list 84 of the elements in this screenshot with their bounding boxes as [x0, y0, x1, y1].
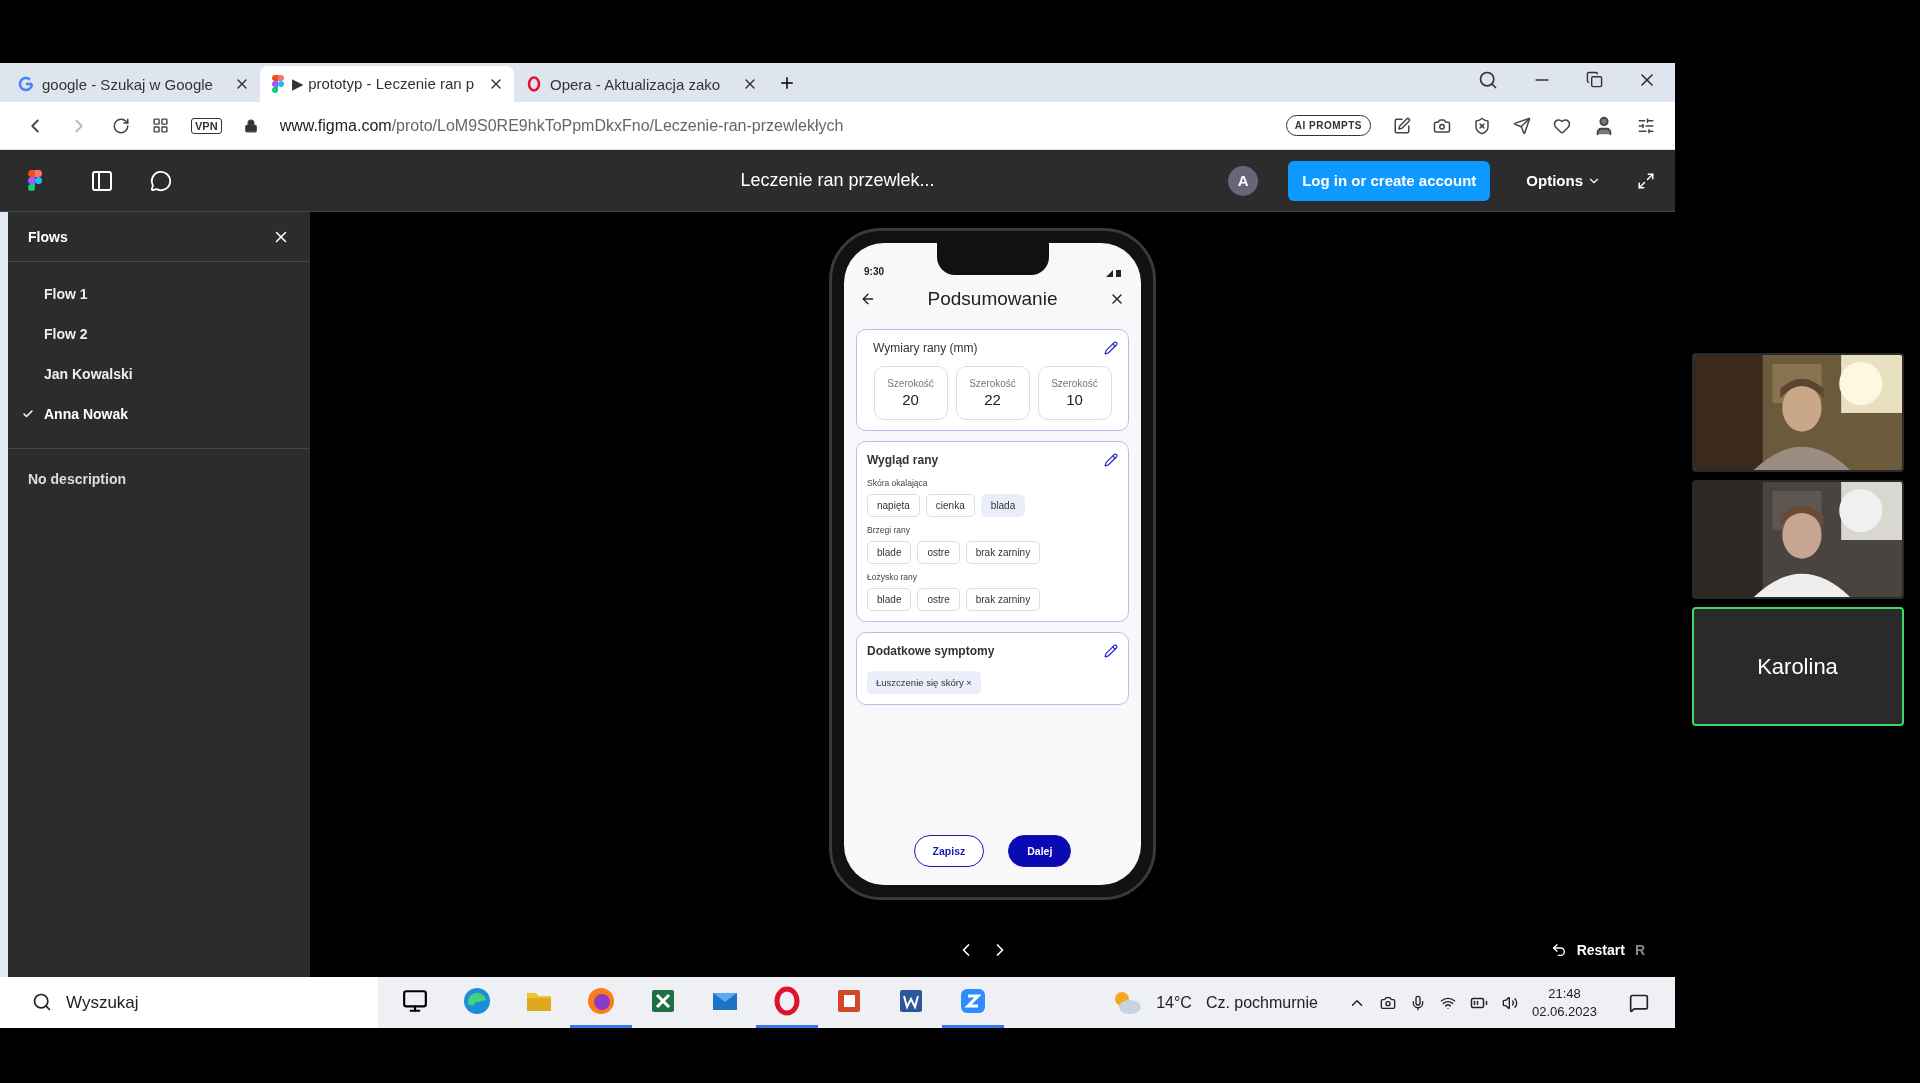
check-icon	[22, 408, 34, 420]
panel-icon[interactable]	[90, 168, 114, 193]
option-chip[interactable]: ostre	[917, 588, 960, 611]
card-title: Wygląd rany	[867, 453, 939, 467]
measure-value: 22	[984, 391, 1001, 408]
shield-icon[interactable]	[1473, 116, 1491, 135]
shortcut-key: R	[1634, 942, 1645, 958]
camera-icon[interactable]	[1379, 994, 1396, 1011]
taskbar-clock[interactable]: 21:48 02.06.2023	[1531, 984, 1597, 1021]
options-button[interactable]: Options	[1520, 171, 1607, 190]
next-button[interactable]: Dalej	[1008, 835, 1072, 867]
temperature-text: 14°C	[1156, 993, 1192, 1012]
save-button[interactable]: Zapisz	[913, 835, 985, 867]
heart-icon[interactable]	[1553, 116, 1571, 135]
task-view-icon	[402, 988, 428, 1014]
fullscreen-icon[interactable]	[1637, 171, 1655, 190]
ring-icon	[526, 76, 542, 92]
send-icon[interactable]	[1513, 116, 1531, 135]
flows-heading: Flows	[28, 228, 68, 245]
participant-tile[interactable]: Karolina	[1691, 607, 1904, 726]
volume-icon[interactable]	[1501, 994, 1518, 1011]
search-icon[interactable]	[1478, 69, 1498, 90]
taskbar-search-field[interactable]: Wyszukaj	[0, 977, 378, 1028]
measure-label: Szerokość	[1051, 378, 1098, 389]
vpn-badge[interactable]: VPN	[191, 117, 222, 134]
measure-label: Szerokość	[969, 378, 1016, 389]
notifications-icon[interactable]	[1629, 992, 1649, 1013]
edit-icon[interactable]	[1104, 453, 1118, 467]
browser-tab[interactable]: google - Szukaj w Google	[6, 66, 260, 102]
search-icon	[32, 992, 52, 1012]
option-chip[interactable]: brak zarniny	[965, 541, 1041, 564]
file-title: Leczenie ran przewlek...	[740, 170, 935, 190]
logo-icon	[28, 170, 42, 191]
browser-tab[interactable]: Opera - Aktualizacja zako	[514, 66, 768, 102]
group-label: Skóra okalająca	[867, 478, 929, 488]
logo-icon	[272, 75, 284, 93]
edit-icon[interactable]	[1104, 644, 1118, 658]
settings-icon[interactable]	[1637, 116, 1655, 135]
status-time: 9:30	[864, 266, 884, 277]
screen-title: Podsumowanie	[927, 288, 1058, 310]
restore-icon[interactable]	[1586, 71, 1603, 88]
google-icon	[18, 76, 34, 92]
option-chip[interactable]: cienka	[925, 494, 975, 517]
browser-tab[interactable]: ▶ prototyp - Leczenie ran p	[260, 66, 514, 102]
ai-prompts-button[interactable]: AI PROMPTS	[1285, 115, 1371, 136]
browser-icon	[586, 986, 616, 1016]
option-chip[interactable]: ostre	[917, 541, 960, 564]
flow-item[interactable]: Jan Kowalski	[8, 354, 310, 394]
option-chip[interactable]: blade	[867, 588, 912, 611]
lock-icon	[243, 118, 258, 133]
card-title: Dodatkowe symptomy	[867, 644, 995, 658]
address-field[interactable]: www.figma.com/proto/LoM9S0RE9hkToPpmDkxFno/Leczenie-ran-przewlekłych	[279, 116, 844, 135]
camera-icon[interactable]	[1433, 116, 1451, 135]
option-chip[interactable]: blada	[980, 494, 1026, 517]
grid-icon[interactable]	[152, 117, 169, 134]
flow-item[interactable]: Flow 1	[8, 274, 310, 314]
measure-value: 20	[902, 391, 919, 408]
group-label: Brzegi rany	[867, 525, 911, 535]
video-app-icon	[958, 986, 988, 1016]
swirl-icon	[462, 986, 492, 1016]
user-avatar[interactable]: A	[1228, 165, 1259, 196]
symptom-tag[interactable]: Łuszczenie się skóry ×	[867, 671, 981, 694]
card-title: Wymiary rany (mm)	[872, 341, 978, 355]
edit-icon[interactable]	[1393, 116, 1411, 135]
edit-icon[interactable]	[1104, 341, 1118, 355]
signal-icon	[1106, 270, 1121, 277]
flow-description: No description	[27, 470, 127, 489]
option-chip[interactable]: brak zarniny	[965, 588, 1041, 611]
flow-item[interactable]: Anna Nowak	[8, 394, 310, 434]
participant-name: Karolina	[1757, 653, 1838, 680]
group-label: Łożysko rany	[867, 572, 919, 582]
measure-value: 10	[1066, 391, 1083, 408]
reload-icon[interactable]	[112, 116, 130, 135]
measure-label: Szerokość	[887, 378, 934, 389]
option-chip[interactable]: blade	[867, 541, 912, 564]
flow-item[interactable]: Flow 2	[8, 314, 310, 354]
restart-icon[interactable]	[1550, 942, 1567, 958]
option-chip[interactable]: napięta	[867, 494, 920, 517]
restart-label[interactable]: Restart	[1576, 942, 1625, 958]
ring-icon	[772, 986, 802, 1016]
weather-icon	[1112, 989, 1143, 1016]
comment-icon[interactable]	[150, 169, 172, 192]
weather-text: Cz. pochmurnie	[1205, 993, 1318, 1012]
back-icon[interactable]	[860, 291, 876, 307]
